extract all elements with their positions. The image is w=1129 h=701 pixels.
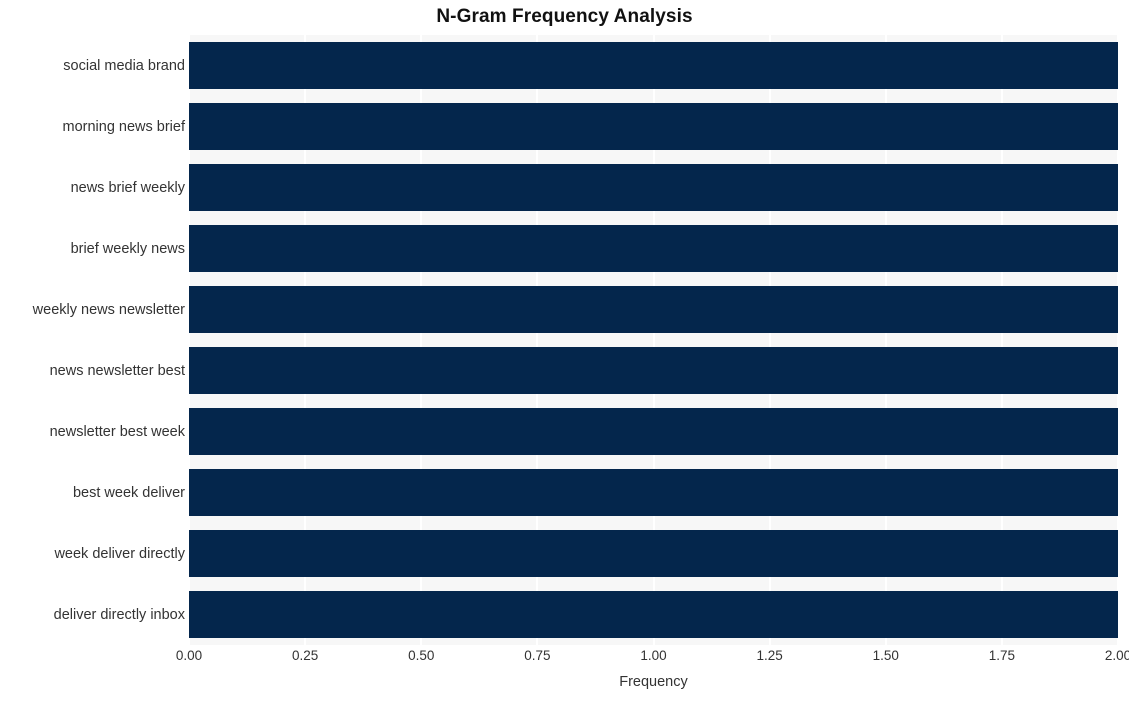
x-axis-tick-label: 0.00 <box>175 648 203 663</box>
x-axis-tick-label: 1.75 <box>988 648 1016 663</box>
bar <box>189 590 1118 639</box>
bar <box>189 41 1118 90</box>
bar <box>189 529 1118 578</box>
y-axis-tick-label: newsletter best week <box>49 423 185 440</box>
bar <box>189 163 1118 212</box>
x-axis-tick-label: 2.00 <box>1104 648 1129 663</box>
x-axis-tick-label: 1.50 <box>872 648 899 663</box>
x-axis-label: Frequency <box>619 674 688 690</box>
x-axis-tick-label: 0.50 <box>408 648 435 663</box>
bar <box>189 468 1118 517</box>
y-axis-tick-label: brief weekly news <box>70 240 185 257</box>
bar <box>189 407 1118 456</box>
bar <box>189 346 1118 395</box>
x-axis-tick-label: 1.25 <box>756 648 783 663</box>
y-axis-tick-label: morning news brief <box>62 118 186 135</box>
bars-group <box>189 35 1118 645</box>
x-axis-tick-label: 0.25 <box>291 648 319 663</box>
ngram-frequency-bar-chart: N-Gram Frequency Analysis social media b… <box>0 0 1129 701</box>
y-axis-tick-label: news newsletter best <box>49 362 185 379</box>
bar <box>189 102 1118 151</box>
y-axis-tick-label: social media brand <box>63 57 185 74</box>
y-axis-tick-label: news brief weekly <box>70 179 185 196</box>
chart-title: N-Gram Frequency Analysis <box>436 6 693 27</box>
y-axis-tick-label: week deliver directly <box>54 545 185 562</box>
y-axis-tick-labels: social media brand morning news brief news… <box>0 35 185 645</box>
plot-area <box>189 35 1118 645</box>
y-axis-tick-label: weekly news newsletter <box>32 301 185 318</box>
x-axis-tick-labels: 0.00 0.25 0.50 0.75 1.00 1.25 1.50 1.75 2.00 <box>176 648 1129 670</box>
x-axis-tick-label: 1.00 <box>640 648 667 663</box>
bar <box>189 285 1118 334</box>
bar <box>189 224 1118 273</box>
y-axis-tick-label: deliver directly inbox <box>53 606 185 623</box>
y-axis-tick-label: best week deliver <box>72 484 185 501</box>
x-axis-tick-label: 0.75 <box>524 648 551 663</box>
